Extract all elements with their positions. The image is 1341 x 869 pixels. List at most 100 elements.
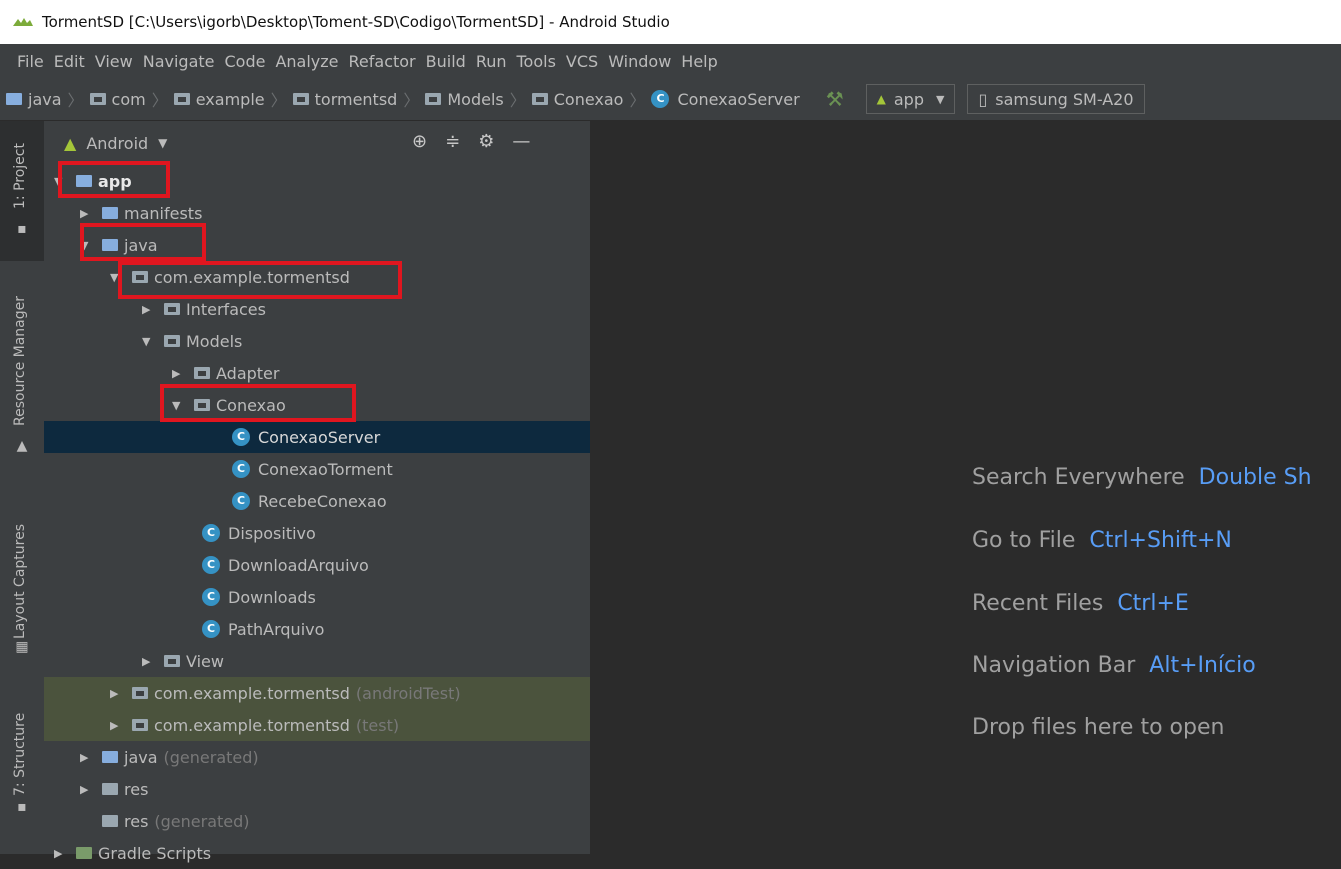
breadcrumb-models[interactable]: Models 〉 xyxy=(425,87,526,111)
breadcrumb-conexao[interactable]: Conexao 〉 xyxy=(531,87,645,111)
tree-item-gradle-scripts[interactable]: ▶ Gradle Scripts xyxy=(44,837,600,869)
breadcrumb-com[interactable]: com 〉 xyxy=(89,87,168,111)
layout-captures-icon: ▦ xyxy=(15,639,29,655)
collapsed-arrow-icon[interactable]: ▶ xyxy=(54,847,76,860)
shortcut-search-everywhere: Double Sh xyxy=(1198,465,1312,490)
resource-folder-icon xyxy=(102,815,118,827)
collapsed-arrow-icon[interactable]: ▶ xyxy=(142,303,164,316)
collapsed-arrow-icon[interactable]: ▶ xyxy=(110,687,132,700)
hint-drop-files: Drop files here to open xyxy=(972,715,1225,740)
locate-icon[interactable]: ⊕ xyxy=(412,131,427,152)
package-icon xyxy=(132,719,148,731)
class-icon: C xyxy=(232,492,250,510)
collapsed-arrow-icon[interactable]: ▶ xyxy=(80,783,102,796)
tab-layout-captures[interactable]: Layout Captures ▦ xyxy=(0,491,44,661)
gear-icon[interactable]: ⚙ xyxy=(478,131,494,152)
menu-help[interactable]: Help xyxy=(681,52,717,71)
package-icon xyxy=(89,93,106,105)
tree-item-package-test[interactable]: ▶ com.example.tormentsd (test) xyxy=(44,709,656,741)
menu-navigate[interactable]: Navigate xyxy=(143,52,215,71)
navigation-bar: java 〉 com 〉 example 〉 tormentsd 〉 Models 〉 C… xyxy=(0,78,1341,121)
device-icon: ▯ xyxy=(978,89,988,109)
project-panel-header: ▲ Android ▼ ⊕ ≑ ⚙ — xyxy=(44,121,590,165)
menu-refactor[interactable]: Refactor xyxy=(349,52,416,71)
breadcrumb-java[interactable]: java 〉 xyxy=(6,87,84,111)
menu-edit[interactable]: Edit xyxy=(54,52,85,71)
collapsed-arrow-icon[interactable]: ▶ xyxy=(80,207,102,220)
chevron-down-icon: ▼ xyxy=(935,92,945,106)
package-icon xyxy=(164,303,180,315)
run-config-select[interactable]: ▲ app ▼ xyxy=(865,84,956,114)
class-icon: C xyxy=(232,460,250,478)
hint-search-everywhere: Search Everywhere Double Sh xyxy=(972,465,1312,490)
chevron-down-icon[interactable]: ▼ xyxy=(158,136,167,150)
menu-vcs[interactable]: VCS xyxy=(566,52,598,71)
android-studio-icon xyxy=(13,18,33,26)
source-folder-icon xyxy=(6,93,22,105)
device-label: samsung SM-A20 xyxy=(995,89,1134,109)
class-icon: C xyxy=(202,556,220,574)
breadcrumb-example[interactable]: example 〉 xyxy=(173,87,287,111)
view-mode-select[interactable]: Android xyxy=(86,134,148,153)
shortcut-navigation-bar: Alt+Início xyxy=(1149,653,1256,678)
breadcrumb-tormentsd[interactable]: tormentsd 〉 xyxy=(292,87,419,111)
collapsed-arrow-icon[interactable]: ▶ xyxy=(110,719,132,732)
editor-area: Search Everywhere Double Sh Go to File Ctr… xyxy=(590,121,1341,854)
menu-run[interactable]: Run xyxy=(476,52,507,71)
class-icon: C xyxy=(232,428,250,446)
tree-item-package-androidtest[interactable]: ▶ com.example.tormentsd (androidTest) xyxy=(44,677,656,709)
menu-view[interactable]: View xyxy=(95,52,133,71)
android-icon: ▲ xyxy=(64,133,77,153)
collapsed-arrow-icon[interactable]: ▶ xyxy=(80,751,102,764)
shortcut-go-to-file: Ctrl+Shift+N xyxy=(1089,528,1232,553)
highlight-box-app xyxy=(58,161,170,198)
highlight-box-package xyxy=(118,261,402,299)
build-hammer-icon[interactable]: ⚒ xyxy=(826,87,844,111)
resource-manager-icon: ▲ xyxy=(16,438,28,454)
structure-icon: ▪ xyxy=(17,799,27,815)
breadcrumb-conexaoserver[interactable]: C ConexaoServer xyxy=(651,90,800,109)
window-title: TormentSD [C:\Users\igorb\Desktop\Toment… xyxy=(42,13,670,31)
menu-file[interactable]: File xyxy=(17,52,44,71)
tab-structure[interactable]: 7: Structure ▪ xyxy=(0,691,44,821)
class-icon: C xyxy=(202,620,220,638)
hide-panel-icon[interactable]: — xyxy=(512,131,530,152)
hint-go-to-file: Go to File Ctrl+Shift+N xyxy=(972,528,1232,553)
menu-code[interactable]: Code xyxy=(225,52,266,71)
run-config-label: app xyxy=(893,89,924,109)
tab-resource-manager[interactable]: Resource Manager ▲ xyxy=(0,276,44,461)
menu-window[interactable]: Window xyxy=(608,52,671,71)
class-icon: C xyxy=(202,588,220,606)
highlight-box-conexao xyxy=(160,384,356,422)
collapsed-arrow-icon[interactable]: ▶ xyxy=(142,655,164,668)
generated-folder-icon xyxy=(102,751,118,763)
collapsed-arrow-icon[interactable]: ▶ xyxy=(172,367,194,380)
package-icon xyxy=(425,93,442,105)
device-select[interactable]: ▯ samsung SM-A20 xyxy=(967,84,1145,114)
class-icon: C xyxy=(202,524,220,542)
menu-tools[interactable]: Tools xyxy=(517,52,556,71)
menu-bar: File Edit View Navigate Code Analyze Ref… xyxy=(0,44,1341,78)
package-icon xyxy=(292,93,309,105)
project-icon: ▪ xyxy=(17,221,27,237)
tree-item-res-generated[interactable]: res (generated) xyxy=(44,805,648,837)
expand-arrow-icon[interactable]: ▼ xyxy=(142,335,164,348)
package-icon xyxy=(531,93,548,105)
hint-navigation-bar: Navigation Bar Alt+Início xyxy=(972,653,1256,678)
tab-project[interactable]: 1: Project ▪ xyxy=(0,121,44,261)
menu-analyze[interactable]: Analyze xyxy=(275,52,338,71)
package-icon xyxy=(173,93,190,105)
tree-item-res[interactable]: ▶ res xyxy=(44,773,626,805)
title-bar: TormentSD [C:\Users\igorb\Desktop\Toment… xyxy=(0,0,1341,44)
tree-item-java-generated[interactable]: ▶ java (generated) xyxy=(44,741,626,773)
collapse-all-icon[interactable]: ≑ xyxy=(445,131,460,152)
highlight-box-java xyxy=(80,223,206,261)
gradle-icon xyxy=(76,847,92,859)
left-tool-strip: 1: Project ▪ Resource Manager ▲ Layout C… xyxy=(0,121,45,854)
android-icon: ▲ xyxy=(876,92,886,106)
package-icon xyxy=(164,655,180,667)
package-icon xyxy=(164,335,180,347)
folder-icon xyxy=(102,207,118,219)
menu-build[interactable]: Build xyxy=(426,52,466,71)
package-icon xyxy=(132,687,148,699)
